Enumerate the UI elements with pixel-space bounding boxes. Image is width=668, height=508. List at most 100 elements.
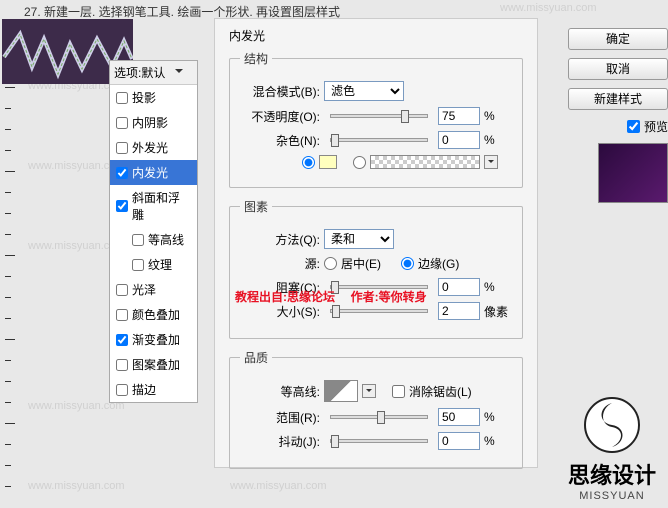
contour-dropdown-icon[interactable]	[362, 384, 376, 398]
blend-mode-label: 混合模式(B):	[240, 83, 320, 100]
preview-checkbox[interactable]	[627, 120, 640, 133]
checkbox[interactable]	[116, 359, 128, 371]
style-gradient-overlay[interactable]: 渐变叠加	[110, 327, 197, 352]
antialias-checkbox[interactable]	[392, 385, 405, 398]
style-label: 等高线	[148, 231, 184, 248]
blend-mode-select[interactable]: 滤色	[324, 81, 404, 101]
style-color-overlay[interactable]: 颜色叠加	[110, 302, 197, 327]
noise-label: 杂色(N):	[240, 132, 320, 149]
logo-text: 思缘设计	[568, 458, 656, 490]
checkbox[interactable]	[116, 309, 128, 321]
range-slider[interactable]	[330, 415, 428, 419]
style-drop-shadow[interactable]: 投影	[110, 85, 197, 110]
method-label: 方法(Q):	[240, 231, 320, 248]
opacity-slider[interactable]	[330, 114, 428, 118]
right-column: 确定 取消 新建样式 预览	[558, 28, 668, 203]
inner-glow-panel: 内发光 结构 混合模式(B): 滤色 不透明度(O): % 杂色(N): %	[214, 18, 538, 468]
style-texture[interactable]: 纹理	[110, 252, 197, 277]
source-center-label: 居中(E)	[341, 255, 381, 272]
preview-label: 预览	[644, 118, 668, 135]
new-style-button[interactable]: 新建样式	[568, 88, 668, 110]
credit-text: 教程出自:思缘论坛 作者:等你转身	[235, 288, 427, 305]
style-label: 渐变叠加	[132, 331, 180, 348]
style-outer-glow[interactable]: 外发光	[110, 135, 197, 160]
source-center-radio[interactable]	[324, 257, 337, 270]
preview-swatch	[598, 143, 668, 203]
checkbox[interactable]	[116, 384, 128, 396]
checkbox[interactable]	[116, 200, 128, 212]
size-slider[interactable]	[330, 309, 428, 313]
jitter-label: 抖动(J):	[240, 433, 320, 450]
size-input[interactable]	[438, 302, 480, 320]
checkbox[interactable]	[116, 284, 128, 296]
style-label: 描边	[132, 381, 156, 398]
gradient-radio[interactable]	[353, 156, 366, 169]
source-label: 源:	[240, 255, 320, 272]
style-bevel-emboss[interactable]: 斜面和浮雕	[110, 185, 197, 227]
watermark: www.missyuan.com	[28, 480, 125, 492]
checkbox[interactable]	[116, 334, 128, 346]
method-select[interactable]: 柔和	[324, 229, 394, 249]
logo-icon	[584, 397, 640, 453]
contour-label: 等高线:	[240, 383, 320, 400]
style-pattern-overlay[interactable]: 图案叠加	[110, 352, 197, 377]
site-logo: 思缘设计 MISSYUAN	[568, 397, 656, 502]
range-input[interactable]	[438, 408, 480, 426]
layer-styles-list: 选项:默认 投影 内阴影 外发光 内发光 斜面和浮雕 等高线 纹理 光泽 颜色叠…	[109, 60, 198, 403]
checkbox[interactable]	[116, 117, 128, 129]
style-label: 外发光	[132, 139, 168, 156]
noise-slider[interactable]	[330, 138, 428, 142]
ruler-ticks	[5, 87, 11, 507]
contour-picker[interactable]	[324, 380, 358, 402]
pct-unit: %	[484, 109, 512, 123]
cancel-button[interactable]: 取消	[568, 58, 668, 80]
style-satin[interactable]: 光泽	[110, 277, 197, 302]
antialias-label: 消除锯齿(L)	[409, 383, 472, 400]
opacity-label: 不透明度(O):	[240, 108, 320, 125]
pct-unit: %	[484, 410, 512, 424]
logo-subtext: MISSYUAN	[568, 490, 656, 502]
color-radio[interactable]	[302, 156, 315, 169]
checkbox[interactable]	[132, 259, 144, 271]
checkbox[interactable]	[132, 234, 144, 246]
jitter-input[interactable]	[438, 432, 480, 450]
elements-group: 图素 方法(Q): 柔和 源: 居中(E) 边缘(G) 阻塞(C): % 大小(…	[229, 198, 523, 339]
gradient-dropdown-icon[interactable]	[484, 155, 498, 169]
gradient-picker[interactable]	[370, 155, 480, 169]
style-contour[interactable]: 等高线	[110, 227, 197, 252]
styles-header[interactable]: 选项:默认	[110, 61, 197, 85]
style-inner-glow[interactable]: 内发光	[110, 160, 197, 185]
style-label: 斜面和浮雕	[132, 189, 191, 223]
quality-group: 品质 等高线: 消除锯齿(L) 范围(R): % 抖动(J): %	[229, 349, 523, 469]
watermark: www.missyuan.com	[230, 480, 327, 492]
panel-title: 内发光	[229, 27, 523, 44]
style-label: 图案叠加	[132, 356, 180, 373]
structure-group: 结构 混合模式(B): 滤色 不透明度(O): % 杂色(N): %	[229, 50, 523, 188]
range-label: 范围(R):	[240, 409, 320, 426]
px-unit: 像素	[484, 303, 512, 320]
elements-legend: 图素	[240, 198, 272, 215]
structure-legend: 结构	[240, 50, 272, 67]
ok-button[interactable]: 确定	[568, 28, 668, 50]
choke-input[interactable]	[438, 278, 480, 296]
noise-input[interactable]	[438, 131, 480, 149]
style-label: 颜色叠加	[132, 306, 180, 323]
color-swatch[interactable]	[319, 155, 337, 169]
style-stroke[interactable]: 描边	[110, 377, 197, 402]
pct-unit: %	[484, 280, 512, 294]
checkbox[interactable]	[116, 92, 128, 104]
size-label: 大小(S):	[240, 303, 320, 320]
style-label: 纹理	[148, 256, 172, 273]
pct-unit: %	[484, 434, 512, 448]
checkbox[interactable]	[116, 167, 128, 179]
opacity-input[interactable]	[438, 107, 480, 125]
quality-legend: 品质	[240, 349, 272, 366]
style-inner-shadow[interactable]: 内阴影	[110, 110, 197, 135]
source-edge-radio[interactable]	[401, 257, 414, 270]
style-label: 投影	[132, 89, 156, 106]
checkbox[interactable]	[116, 142, 128, 154]
style-label: 光泽	[132, 281, 156, 298]
watermark: www.missyuan.com	[500, 2, 597, 14]
jitter-slider[interactable]	[330, 439, 428, 443]
pct-unit: %	[484, 133, 512, 147]
